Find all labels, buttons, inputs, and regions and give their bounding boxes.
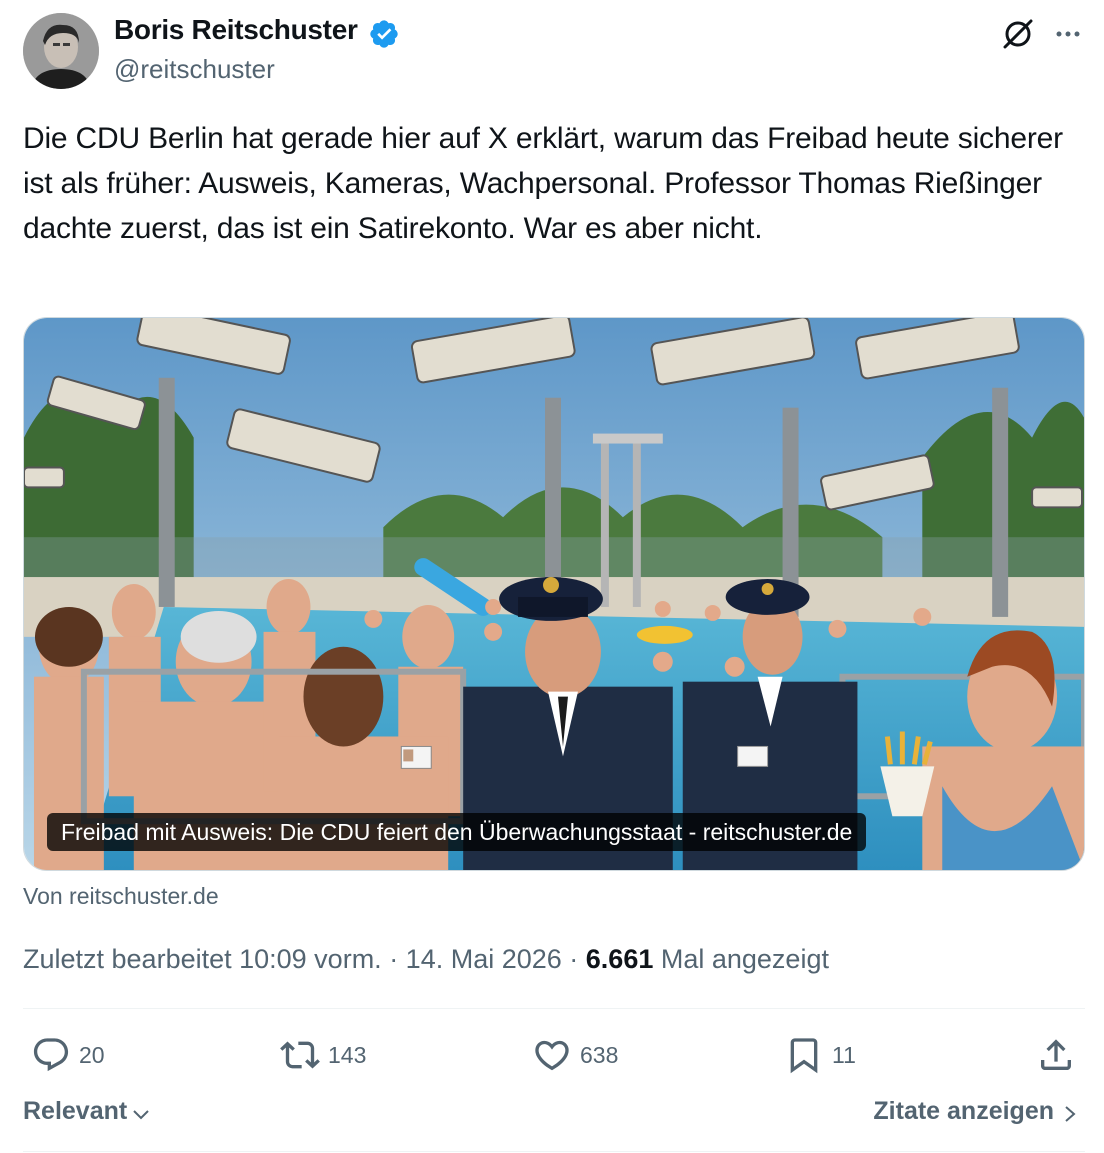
media-caption: Freibad mit Ausweis: Die CDU feiert den … [47,813,867,851]
divider [23,1008,1085,1009]
more-options-icon[interactable] [1052,18,1084,50]
verified-badge-icon [370,20,398,48]
media-card[interactable]: Freibad mit Ausweis: Die CDU feiert den … [23,317,1085,871]
quotes-label: Zitate anzeigen [873,1097,1054,1125]
tweet-text: Die CDU Berlin hat gerade hier auf X erk… [23,122,1063,245]
like-count: 638 [580,1041,619,1068]
reply-count: 20 [79,1041,105,1068]
like-button[interactable]: 638 [532,1033,618,1077]
avatar[interactable] [23,13,99,89]
chevron-down-icon [133,1109,149,1119]
share-button[interactable] [1036,1033,1084,1077]
author-handle[interactable]: @reitschuster [114,54,275,85]
retweet-button[interactable]: 143 [280,1033,366,1077]
reply-button[interactable]: 20 [31,1033,105,1077]
tweet-meta: Zuletzt bearbeitet 10:09 vorm. · 14. Mai… [23,944,829,975]
media-image [24,318,1084,870]
bottom-divider [23,1151,1085,1152]
share-icon [1041,1039,1071,1070]
grok-icon[interactable] [1000,16,1036,52]
reply-icon [33,1038,69,1072]
like-icon [535,1040,569,1071]
bookmark-button[interactable]: 11 [784,1033,856,1077]
link-source[interactable]: Von reitschuster.de [23,883,219,910]
bookmark-count: 11 [832,1041,856,1068]
view-quotes-button[interactable]: Zitate anzeigen [873,1097,1080,1126]
views-count: 6.661 [585,944,654,974]
edited-timestamp[interactable]: Zuletzt bearbeitet 10:09 vorm. · 14. Mai… [23,944,586,974]
chevron-right-icon [1065,1105,1076,1122]
avatar-image [23,13,99,89]
sort-relevant-button[interactable]: Relevant [23,1097,153,1126]
sort-label: Relevant [23,1097,128,1125]
bookmark-icon [790,1038,818,1074]
retweet-icon [280,1041,320,1069]
author-name[interactable]: Boris Reitschuster [114,14,358,46]
retweet-count: 143 [328,1041,367,1068]
views-label: Mal angezeigt [653,944,829,974]
